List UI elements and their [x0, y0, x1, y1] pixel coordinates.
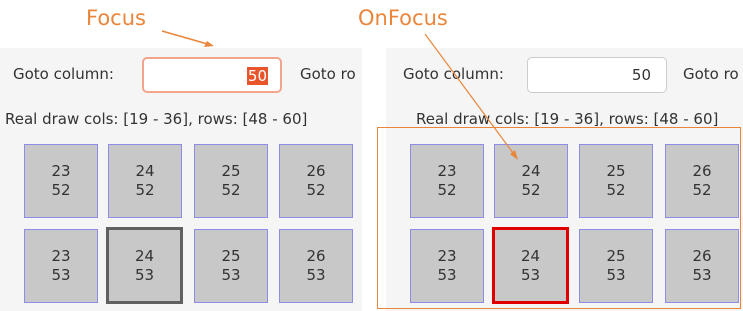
- focus-arrow: [161, 30, 212, 46]
- onfocus-arrow: [424, 33, 517, 158]
- focus-arrowhead: [204, 41, 214, 47]
- annotation-arrows: [161, 30, 518, 160]
